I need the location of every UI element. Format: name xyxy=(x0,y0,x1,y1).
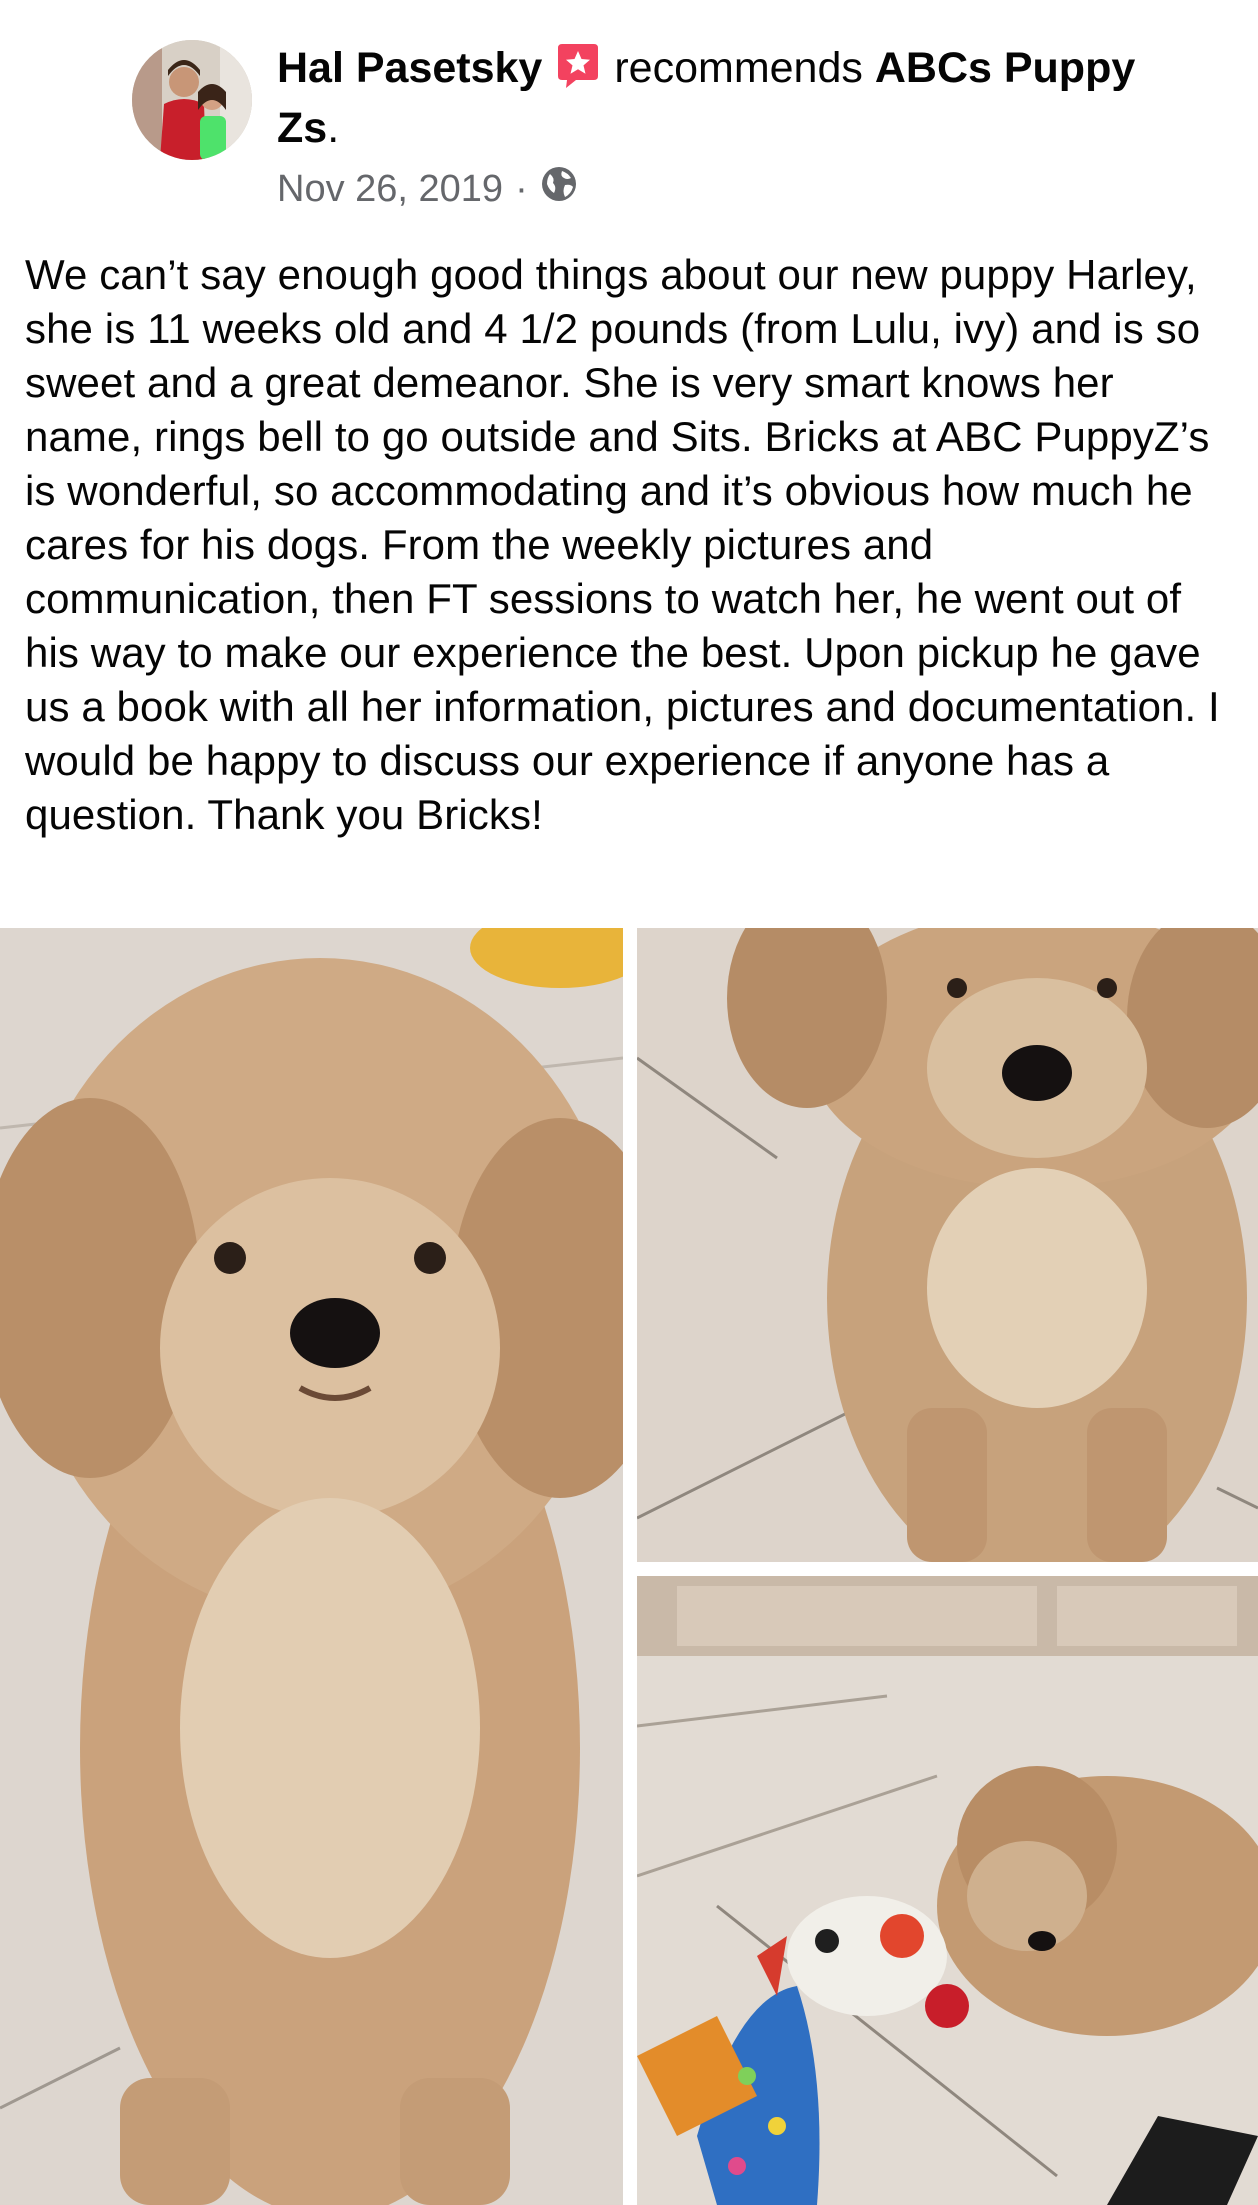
puppy-photo-2[interactable] xyxy=(637,928,1258,1562)
meta-separator: · xyxy=(515,167,528,210)
post-meta: Nov 26, 2019 · xyxy=(277,165,578,213)
puppy-photo-1[interactable] xyxy=(0,928,623,2205)
author-name[interactable]: Hal Pasetsky xyxy=(277,44,542,92)
globe-icon[interactable] xyxy=(540,165,578,213)
avatar[interactable] xyxy=(132,40,252,160)
post-body: We can’t say enough good things about ou… xyxy=(25,251,1220,838)
headline-period: . xyxy=(327,104,340,152)
post-headline: Hal Pasetsky recommends ABCs Puppy Zs. xyxy=(277,38,1137,158)
recommend-star-icon xyxy=(554,42,602,90)
post-header: Hal Pasetsky recommends ABCs Puppy Zs. N… xyxy=(0,0,1258,240)
post-date[interactable]: Nov 26, 2019 xyxy=(277,168,503,211)
puppy-photo-3[interactable] xyxy=(637,1576,1258,2205)
action-text: recommends xyxy=(614,44,863,92)
